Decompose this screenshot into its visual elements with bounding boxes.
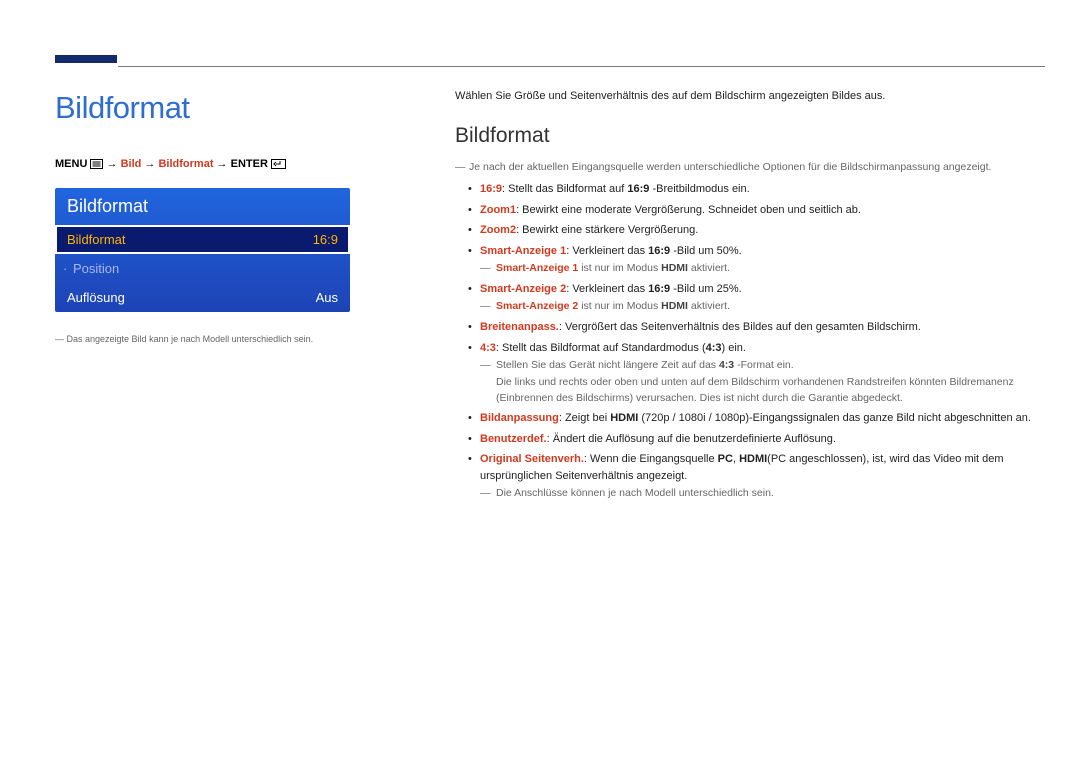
- intro-text: Wählen Sie Größe und Seitenverhältnis de…: [455, 90, 1042, 102]
- nav-enter-label: ENTER: [231, 158, 268, 170]
- opt-benutzerdef: Benutzerdef.: Ändert die Auflösung auf d…: [480, 431, 1042, 448]
- panel-row-label: Auflösung: [67, 290, 125, 305]
- panel-row-value: Aus: [316, 290, 338, 305]
- option-list: 16:9: Stellt das Bildformat auf 16:9 -Br…: [480, 181, 1042, 502]
- panel-row-value: 16:9: [313, 232, 338, 247]
- opt-zoom1: Zoom1: Bewirkt eine moderate Vergrößerun…: [480, 202, 1042, 219]
- opt-breitenanpass: Breitenanpass.: Vergrößert das Seitenver…: [480, 319, 1042, 336]
- panel-row-label: Position: [67, 261, 119, 276]
- right-column: Wählen Sie Größe und Seitenverhältnis de…: [455, 90, 1042, 506]
- nav-menu-label: MENU: [55, 158, 87, 170]
- opt-4-3: 4:3: Stellt das Bildformat auf Standardm…: [480, 340, 1042, 407]
- osd-panel: Bildformat Bildformat 16:9 Position Aufl…: [55, 188, 350, 312]
- nav-seg-bildformat: Bildformat: [158, 158, 213, 170]
- section-title: Bildformat: [455, 124, 1042, 148]
- note-smart1: Smart-Anzeige 1 ist nur im Modus HDMI ak…: [480, 261, 1042, 277]
- note-smart2: Smart-Anzeige 2 ist nur im Modus HDMI ak…: [480, 299, 1042, 315]
- opt-smart1: Smart-Anzeige 1: Verkleinert das 16:9 -B…: [480, 243, 1042, 277]
- opt-16-9: 16:9: Stellt das Bildformat auf 16:9 -Br…: [480, 181, 1042, 198]
- panel-row-aufloesung[interactable]: Auflösung Aus: [55, 283, 350, 312]
- panel-row-position[interactable]: Position: [55, 254, 350, 283]
- opt-bildanpassung: Bildanpassung: Zeigt bei HDMI (720p / 10…: [480, 410, 1042, 427]
- top-note: Je nach der aktuellen Eingangsquelle wer…: [469, 160, 1042, 175]
- header-accent-bar: [55, 55, 117, 63]
- arrow-icon: →: [217, 158, 231, 170]
- arrow-icon: →: [144, 158, 158, 170]
- page-title: Bildformat: [55, 90, 410, 126]
- menu-icon: [90, 159, 103, 169]
- nav-seg-bild: Bild: [121, 158, 142, 170]
- left-column: Bildformat MENU → Bild → Bildformat → EN…: [55, 90, 410, 344]
- opt-original-seitenverh: Original Seitenverh.: Wenn die Eingangsq…: [480, 451, 1042, 502]
- opt-smart2: Smart-Anzeige 2: Verkleinert das 16:9 -B…: [480, 281, 1042, 315]
- panel-row-bildformat[interactable]: Bildformat 16:9: [55, 225, 350, 254]
- note-connectors: Die Anschlüsse können je nach Modell unt…: [480, 486, 1042, 502]
- note-4-3: Stellen Sie das Gerät nicht längere Zeit…: [480, 358, 1042, 374]
- arrow-icon: →: [107, 158, 121, 170]
- panel-row-label: Bildformat: [67, 232, 126, 247]
- enter-icon: [271, 159, 286, 169]
- header-divider: [118, 66, 1045, 67]
- panel-title: Bildformat: [55, 188, 350, 225]
- image-disclaimer: Das angezeigte Bild kann je nach Modell …: [55, 334, 410, 344]
- opt-zoom2: Zoom2: Bewirkt eine stärkere Vergrößerun…: [480, 222, 1042, 239]
- note-4-3-line2: Die links und rechts oder oben und unten…: [480, 375, 1042, 407]
- nav-path: MENU → Bild → Bildformat → ENTER: [55, 158, 410, 170]
